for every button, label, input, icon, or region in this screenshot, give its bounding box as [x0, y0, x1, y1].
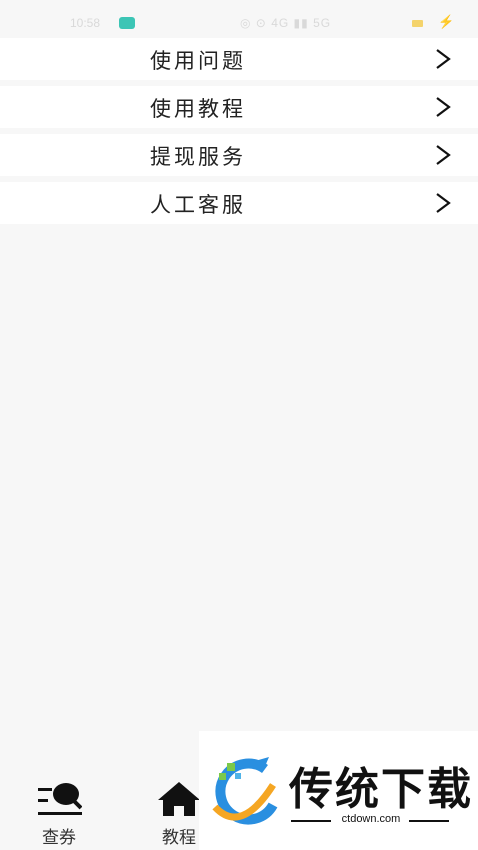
status-time: 10:58 [70, 16, 101, 30]
tab-coupon-search[interactable]: 查券 [16, 770, 96, 850]
menu-item-label: 使用问题 [150, 49, 246, 73]
menu-item-usage-questions[interactable]: 使用问题 [0, 38, 478, 80]
chevron-right-icon [436, 49, 451, 69]
tab-label: 查券 [42, 828, 76, 848]
message-notification-icon [119, 17, 135, 29]
chevron-right-icon [436, 97, 451, 117]
chevron-right-icon [436, 193, 451, 213]
menu-item-withdraw-service[interactable]: 提现服务 [0, 134, 478, 176]
watermark-divider-right [409, 820, 449, 822]
home-icon [158, 782, 200, 816]
charging-icon: ⚡ [438, 14, 455, 29]
help-menu: 使用问题 使用教程 提现服务 人工客服 [0, 38, 478, 230]
status-bar: 10:58 ◎ ⊙ 4G ▮▮ 5G ⚡ [0, 0, 478, 38]
ctdown-logo-icon [212, 757, 278, 825]
menu-item-label: 使用教程 [150, 97, 246, 121]
watermark-overlay: 传统下载 ctdown.com [199, 731, 478, 850]
watermark-title: 传统下载 [289, 764, 473, 815]
status-indicators: ◎ ⊙ 4G ▮▮ 5G [240, 16, 332, 30]
battery-icon [412, 20, 423, 27]
search-list-icon [38, 783, 82, 815]
menu-item-customer-service[interactable]: 人工客服 [0, 182, 478, 224]
menu-item-usage-tutorial[interactable]: 使用教程 [0, 86, 478, 128]
watermark-url: ctdown.com [341, 813, 401, 825]
menu-item-label: 提现服务 [150, 145, 246, 169]
menu-item-label: 人工客服 [150, 193, 246, 217]
chevron-right-icon [436, 145, 451, 165]
